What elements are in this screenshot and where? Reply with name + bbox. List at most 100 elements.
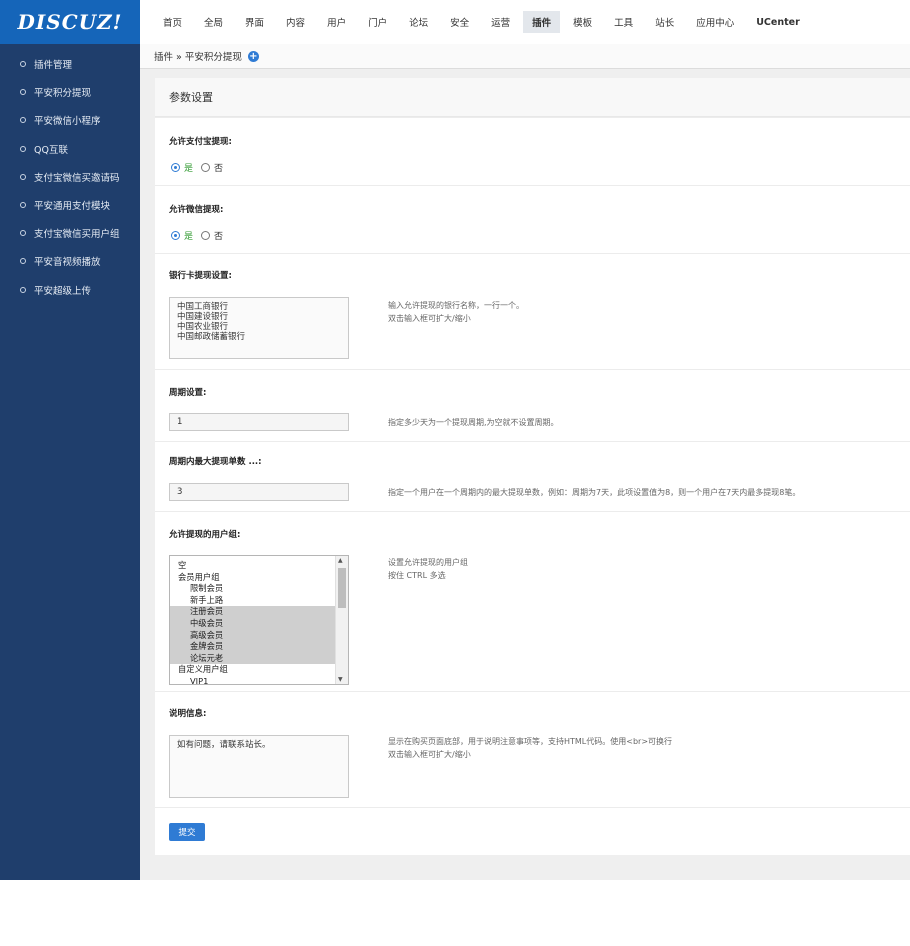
period-hint: 指定多少天为一个提现周期,为空就不设置周期。 [388,418,559,427]
nav-tab[interactable]: UCenter [747,13,809,32]
sidebar-item[interactable]: 支付宝微信买邀请码 [0,163,140,191]
bank-textarea[interactable]: 中国工商银行 中国建设银行 中国农业银行 中国邮政储蓄银行 [169,297,349,359]
nav-tab[interactable]: 插件 [523,11,561,33]
sidebar-item[interactable]: 平安音视频播放 [0,247,140,275]
scroll-thumb[interactable] [338,568,346,608]
max-count-label: 周期内最大提现单数 ...: [169,457,262,467]
scroll-up-icon[interactable]: ▲ [338,557,343,564]
notice-textarea[interactable]: 如有问题，请联系站长。 [169,735,349,798]
alipay-yes-radio[interactable] [171,163,180,172]
wechat-no-label[interactable]: 否 [214,229,223,242]
nav-tab[interactable]: 安全 [441,11,478,33]
group-option[interactable]: 自定义用户组 [170,664,330,676]
sidebar-item-label: 插件管理 [34,60,73,72]
add-favorite-icon[interactable]: + [247,50,259,62]
sidebar-item[interactable]: 平安积分提现 [0,78,140,106]
circle-bullet-icon [20,61,26,68]
alipay-label: 允许支付宝提现: [169,137,232,147]
period-label: 周期设置: [169,388,207,398]
bank-hint-line1: 输入允许提现的银行名称，一行一个。 [388,301,524,310]
wechat-yes-label[interactable]: 是 [184,229,193,242]
nav-tab[interactable]: 应用中心 [687,11,743,33]
alipay-no-label[interactable]: 否 [214,161,223,174]
groups-setting: 允许提现的用户组: 空会员用户组 限制会员 新手上路 注册会员 中级会员 高级会员 金牌会员… [155,511,910,692]
logo-text: DISCUZ! [17,10,123,34]
sidebar-item[interactable]: 平安通用支付模块 [0,191,140,219]
sidebar-item-label: 支付宝微信买邀请码 [34,172,120,184]
sidebar-item-label: 平安超级上传 [34,285,92,297]
period-input[interactable]: 1 [169,413,349,431]
period-setting: 周期设置: 1 指定多少天为一个提现周期,为空就不设置周期。 [155,369,910,442]
wechat-setting: 允许微信提现: 是 否 [155,185,910,254]
submit-divider [155,807,910,808]
group-option[interactable]: 新手上路 [170,595,342,607]
sidebar-item[interactable]: 插件管理 [0,50,140,78]
groups-hint: 设置允许提现的用户组 按住 CTRL 多选 [388,556,468,582]
group-option[interactable]: 注册会员 [170,606,342,618]
circle-bullet-icon [20,258,26,265]
notice-setting: 说明信息: 如有问题，请联系站长。 显示在购买页面底部，用于说明注意事项等，支持… [155,691,910,808]
bank-setting: 银行卡提现设置: 中国工商银行 中国建设银行 中国农业银行 中国邮政储蓄银行 输… [155,253,910,370]
sidebar-item[interactable]: 平安微信小程序 [0,106,140,134]
panel-header: 参数设置 [155,78,910,117]
top-navigation: 首页 全局 界面 内容 用户 门户 论坛 安全 运营 插件 模板 工具 站长 应用中心 UCenter [140,0,910,44]
nav-tab[interactable]: 用户 [318,11,355,33]
group-option[interactable]: VIP1 [170,676,342,684]
notice-hint-line2: 双击输入框可扩大/缩小 [388,750,471,759]
sidebar-item[interactable]: 支付宝微信买用户组 [0,219,140,247]
group-option[interactable]: 金牌会员 [170,641,342,653]
nav-tab[interactable]: 模板 [564,11,601,33]
nav-tab[interactable]: 工具 [605,11,642,33]
groups-multiselect[interactable]: 空会员用户组 限制会员 新手上路 注册会员 中级会员 高级会员 金牌会员 论坛元老 自定义用户组… [169,555,349,685]
group-option[interactable]: 限制会员 [170,583,342,595]
group-option[interactable]: 会员用户组 [170,572,330,584]
sidebar-item-label: 平安积分提现 [34,88,92,100]
alipay-radio-group: 是 否 [171,161,223,174]
nav-tab[interactable]: 首页 [154,11,191,33]
alipay-yes-label[interactable]: 是 [184,161,193,174]
group-option[interactable]: 中级会员 [170,617,342,630]
bank-hint-line2: 双击输入框可扩大/缩小 [388,314,471,323]
nav-tab[interactable]: 站长 [646,11,683,33]
max-count-input[interactable]: 3 [169,483,349,501]
groups-hint-line2: 按住 CTRL 多选 [388,571,446,580]
nav-tab[interactable]: 界面 [236,11,273,33]
sidebar-item[interactable]: QQ互联 [0,135,140,163]
sidebar-item-label: 平安音视频播放 [34,257,101,269]
group-option[interactable]: 论坛元老 [170,652,342,665]
group-option[interactable]: 空 [170,560,330,572]
submit-button[interactable]: 提交 [169,823,205,841]
breadcrumb: 插件 » 平安积分提现 + [140,44,910,69]
circle-bullet-icon [20,230,26,237]
wechat-label: 允许微信提现: [169,205,224,215]
circle-bullet-icon [20,202,26,209]
groups-scrollbar[interactable]: ▲ ▼ [335,556,348,684]
circle-bullet-icon [20,145,26,152]
sidebar-item-label: 平安微信小程序 [34,116,101,128]
breadcrumb-text: 插件 » 平安积分提现 [154,52,242,63]
nav-tab[interactable]: 运营 [482,11,519,33]
sidebar-item[interactable]: 平安超级上传 [0,276,140,304]
scroll-down-icon[interactable]: ▼ [338,676,343,683]
sidebar-item-label: 平安通用支付模块 [34,201,111,213]
circle-bullet-icon [20,286,26,293]
notice-hint-line1: 显示在购买页面底部，用于说明注意事项等，支持HTML代码。使用<br>可换行 [388,737,673,746]
groups-options: 空会员用户组 限制会员 新手上路 注册会员 中级会员 高级会员 金牌会员 论坛元老 自定义用户组… [170,556,348,684]
bank-label: 银行卡提现设置: [169,271,232,281]
wechat-no-radio[interactable] [201,231,211,240]
max-count-setting: 周期内最大提现单数 ...: 3 指定一个用户在一个周期内的最大提现单数，例如：… [155,441,910,512]
nav-tab[interactable]: 门户 [359,11,396,33]
discuz-logo[interactable]: DISCUZ! [0,0,140,44]
wechat-radio-group: 是 否 [171,229,223,242]
groups-label: 允许提现的用户组: [169,530,241,540]
bank-hint: 输入允许提现的银行名称，一行一个。 双击输入框可扩大/缩小 [388,299,524,325]
wechat-yes-radio[interactable] [171,231,180,240]
alipay-no-radio[interactable] [201,163,211,172]
nav-tab[interactable]: 内容 [277,11,314,33]
sidebar-menu: 插件管理平安积分提现 平安微信小程序 QQ互联支付宝微信买邀请码 平安通用支付模块支付… [0,44,140,304]
nav-tab[interactable]: 全局 [195,11,232,33]
group-option[interactable]: 高级会员 [170,629,342,642]
circle-bullet-icon [20,89,26,96]
circle-bullet-icon [20,117,26,124]
nav-tab[interactable]: 论坛 [400,11,437,33]
